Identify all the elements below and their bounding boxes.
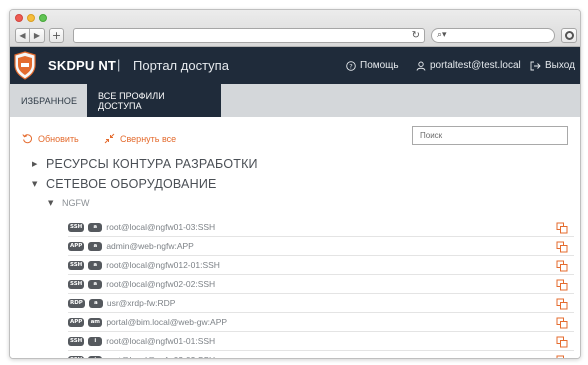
help-icon: ? <box>346 60 356 71</box>
browser-toolbar: ◀ ▶ + ↻ ⌕▾ <box>10 10 580 47</box>
logout-link[interactable]: Выход <box>530 60 575 71</box>
role-badge: i <box>88 336 103 346</box>
role-badge: i <box>88 355 103 358</box>
role-badge: a <box>88 298 103 308</box>
profile-name: root@local@ngfw012-01:SSH <box>106 260 220 270</box>
help-label: Помощь <box>360 60 399 71</box>
protocol-badge: APP <box>68 317 85 327</box>
app-header: SKDPU NT | Портал доступа ? Помощь porta… <box>10 47 580 84</box>
logout-label: Выход <box>545 60 575 71</box>
portal-title: Портал доступа <box>133 58 229 73</box>
tree-category-network[interactable]: ▼ СЕТЕВОЕ ОБОРУДОВАНИЕ <box>32 177 217 191</box>
profile-name: root@local@ngfw01-03:SSH <box>106 222 216 232</box>
protocol-badge: SSH <box>68 222 85 232</box>
copy-icon[interactable] <box>556 298 568 310</box>
profile-row[interactable]: SSHiroot@local@ngfw03-02:SSH <box>68 351 574 359</box>
copy-icon[interactable] <box>556 336 568 348</box>
collapse-label: Свернуть все <box>120 133 177 144</box>
protocol-badge: SSH <box>68 336 85 346</box>
profile-name: root@local@ngfw01-01:SSH <box>106 336 216 346</box>
new-tab-button[interactable]: + <box>49 28 64 43</box>
brand-name: SKDPU NT <box>48 58 117 73</box>
tab-favorites[interactable]: ИЗБРАННОЕ <box>10 84 88 117</box>
role-badge: a <box>88 222 103 232</box>
nav-buttons: ◀ ▶ + <box>15 28 64 43</box>
category-label: РЕСУРСЫ КОНТУРА РАЗРАБОТКИ <box>46 157 258 171</box>
copy-icon[interactable] <box>556 279 568 291</box>
profile-name: root@local@ngfw03-02:SSH <box>106 355 215 358</box>
help-link[interactable]: ? Помощь <box>346 60 399 71</box>
copy-icon[interactable] <box>556 222 568 234</box>
profile-row[interactable]: RDP a usr@xrdp-fw:RDP <box>68 294 574 313</box>
extension-button[interactable] <box>561 28 577 43</box>
protocol-badge: APP <box>68 241 85 251</box>
back-button[interactable]: ◀ <box>15 28 30 43</box>
copy-icon[interactable] <box>556 260 568 272</box>
refresh-label: Обновить <box>38 133 79 144</box>
collapse-icon <box>104 133 115 144</box>
profile-name: admin@web-ngfw:APP <box>106 241 194 251</box>
zoom-window-button[interactable] <box>39 14 47 22</box>
profile-row[interactable]: APP a admin@web-ngfw:APP <box>68 237 574 256</box>
search-input[interactable] <box>412 126 568 145</box>
protocol-badge: SSH <box>68 279 85 289</box>
profile-row[interactable]: SSH i root@local@ngfw01-01:SSH <box>68 332 574 351</box>
user-account-link[interactable]: portaltest@test.local <box>416 60 521 71</box>
profile-row[interactable]: SSH a root@local@ngfw01-03:SSH <box>68 218 574 237</box>
user-icon <box>416 61 426 71</box>
tab-all-profiles[interactable]: ВСЕ ПРОФИЛИ ДОСТУПА <box>87 84 221 117</box>
close-window-button[interactable] <box>15 14 23 22</box>
title-divider: | <box>117 57 121 72</box>
extension-icon <box>565 31 574 40</box>
profile-name: root@local@ngfw02-02:SSH <box>106 279 216 289</box>
role-badge: a <box>88 260 103 270</box>
caret-right-icon: ▶ <box>32 160 38 168</box>
browser-search-field[interactable]: ⌕▾ <box>431 28 555 43</box>
profile-row[interactable]: SSH a root@local@ngfw02-02:SSH <box>68 275 574 294</box>
reload-icon[interactable]: ↻ <box>412 29 420 42</box>
logo-shield-icon <box>14 51 36 80</box>
tab-all-profiles-label: ВСЕ ПРОФИЛИ ДОСТУПА <box>98 90 165 111</box>
tab-favorites-label: ИЗБРАННОЕ <box>21 95 78 106</box>
profile-list: SSH a root@local@ngfw01-03:SSH APP a admin@we… <box>68 218 574 359</box>
protocol-badge: RDP <box>68 298 85 308</box>
logout-icon <box>530 61 541 70</box>
profile-row[interactable]: SSH a root@local@ngfw012-01:SSH <box>68 256 574 275</box>
browser-window: ◀ ▶ + ↻ ⌕▾ SKDPU NT | Портал доступа ? П… <box>9 9 581 359</box>
refresh-button[interactable]: Обновить <box>22 133 79 144</box>
svg-text:?: ? <box>349 62 352 70</box>
profile-name: usr@xrdp-fw:RDP <box>106 298 176 308</box>
minimize-window-button[interactable] <box>27 14 35 22</box>
collapse-all-button[interactable]: Свернуть все <box>104 133 176 144</box>
role-badge: a <box>88 241 103 251</box>
profile-row[interactable]: APP am portal@bim.local@web-gw:APP <box>68 313 574 332</box>
window-controls <box>15 14 47 22</box>
refresh-icon <box>22 134 32 144</box>
profile-name: portal@bim.local@web-gw:APP <box>106 317 228 327</box>
tree-group-ngfw[interactable]: ▼ NGFW <box>48 198 90 208</box>
profile-tabs: ИЗБРАННОЕ ВСЕ ПРОФИЛИ ДОСТУПА <box>10 84 580 117</box>
role-badge: a <box>88 279 103 289</box>
copy-icon[interactable] <box>556 355 568 359</box>
category-label: СЕТЕВОЕ ОБОРУДОВАНИЕ <box>46 177 217 191</box>
main-content: Обновить Свернуть все ▶ РЕСУРСЫ КОНТУРА … <box>10 117 580 359</box>
copy-icon[interactable] <box>556 241 568 253</box>
forward-button[interactable]: ▶ <box>30 28 45 43</box>
address-bar[interactable]: ↻ <box>73 28 425 43</box>
caret-down-icon: ▼ <box>32 180 38 188</box>
protocol-badge: SSH <box>68 355 85 358</box>
role-badge: am <box>88 317 103 327</box>
group-label: NGFW <box>62 198 90 208</box>
search-icon: ⌕▾ <box>437 30 447 40</box>
protocol-badge: SSH <box>68 260 85 270</box>
tree-category-dev-resources[interactable]: ▶ РЕСУРСЫ КОНТУРА РАЗРАБОТКИ <box>32 157 258 171</box>
user-label: portaltest@test.local <box>430 60 521 71</box>
caret-down-icon: ▼ <box>48 199 54 207</box>
copy-icon[interactable] <box>556 317 568 329</box>
